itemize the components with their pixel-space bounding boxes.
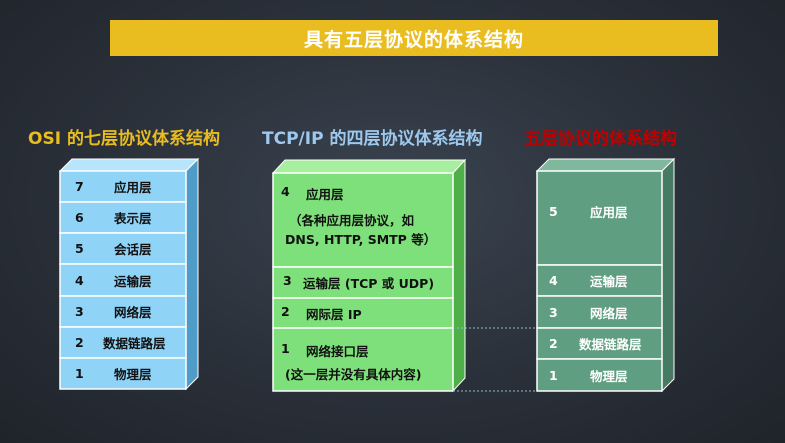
five-layer-1-number: 1: [549, 367, 558, 383]
five-layer-4-number: 4: [549, 273, 558, 288]
five-layer-2-label: 数据链路层: [579, 337, 642, 352]
five-layer-1-label: 物理层: [590, 368, 628, 384]
five-layer-3: 3 网络层: [0, 296, 700, 328]
osi-stack-top: [58, 158, 200, 172]
five-layer-2-number: 2: [549, 336, 558, 351]
five-layer-5-label: 应用层: [590, 204, 628, 220]
five-layer-2: 2 数据链路层: [0, 328, 700, 359]
five-layer-3-number: 3: [549, 304, 558, 320]
five-layer-5-number: 5: [549, 203, 558, 219]
five-layer-4: 4 运输层: [0, 265, 700, 296]
five-layer-5: 5 应用层: [0, 171, 700, 251]
five-layer-4-label: 运输层: [590, 274, 628, 289]
five-stack-top: [535, 158, 676, 172]
five-layer-3-label: 网络层: [590, 305, 628, 321]
five-layer-1: 1 物理层: [0, 359, 700, 391]
